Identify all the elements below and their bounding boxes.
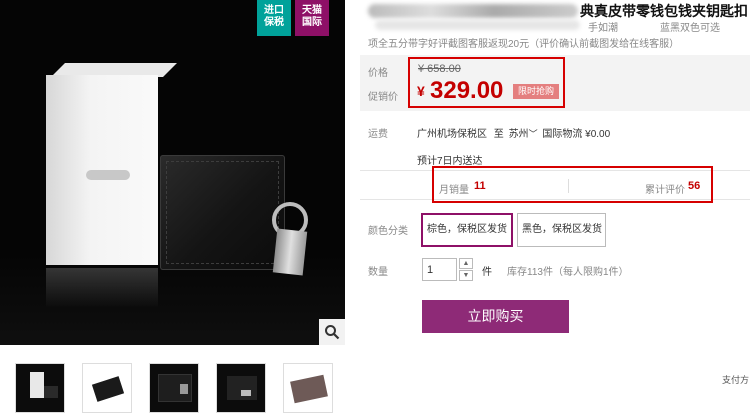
key-tag <box>272 228 308 276</box>
magnifier-icon <box>325 325 340 340</box>
buy-now-button[interactable]: 立即购买 <box>422 300 569 333</box>
shipping-origin: 广州机场保税区 <box>417 129 487 140</box>
gift-box-reflection <box>46 268 158 308</box>
subtitle-left: 手如潮 <box>588 23 618 34</box>
color-option-label: 颜色分类 <box>368 226 408 237</box>
option-brown[interactable]: 棕色，保税区发货 <box>421 213 513 247</box>
thumbnail-4[interactable] <box>216 363 266 413</box>
chevron-down-icon: ▼ <box>462 272 470 279</box>
chevron-down-icon: ﹀ <box>528 129 538 139</box>
quantity-input[interactable] <box>422 258 457 281</box>
thumbnail-strip <box>15 363 333 413</box>
gift-box-logo <box>86 170 130 180</box>
wallet <box>160 155 285 270</box>
thumbnail-3[interactable] <box>149 363 199 413</box>
product-title: 典真皮带零钱包钱夹钥匙扣 <box>580 3 748 19</box>
quantity-unit: 件 <box>482 267 492 278</box>
chevron-up-icon: ▲ <box>462 260 470 267</box>
zoom-button[interactable] <box>319 319 345 345</box>
tmall-global-badge: 天猫 国际 <box>295 0 329 36</box>
shipping-to-word: 至 <box>493 129 504 140</box>
title-blurred-part <box>368 4 578 18</box>
promo-text: 项全五分带字好评截图客服返现20元（评价确认前截图发给在线客服） <box>368 39 680 50</box>
price-label: 价格 <box>368 68 388 79</box>
shipping-info: 广州机场保税区 至 苏州﹀ 国际物流 ¥0.00 <box>417 125 610 140</box>
option-black[interactable]: 黑色，保税区发货 <box>517 213 606 247</box>
promo-price-label: 促销价 <box>368 92 398 103</box>
subtitle-right: 蓝黑双色可选 <box>660 23 720 34</box>
import-bonded-badge: 进口 保税 <box>257 0 291 36</box>
main-product-image[interactable]: 进口 保税 天猫 国际 <box>0 0 345 345</box>
thumbnail-2[interactable] <box>82 363 132 413</box>
thumbnail-5[interactable] <box>283 363 333 413</box>
subtitle-blurred-part <box>375 20 580 30</box>
quantity-label: 数量 <box>368 267 388 278</box>
delivery-estimate: 预计7日内送达 <box>417 156 483 167</box>
stats-highlight-box <box>432 166 713 203</box>
shipping-label: 运费 <box>368 129 388 140</box>
thumbnail-1[interactable] <box>15 363 65 413</box>
payment-methods-label: 支付方 <box>722 375 750 385</box>
stock-info: 库存113件（每人限购1件） <box>507 267 629 278</box>
quantity-decrease-button[interactable]: ▼ <box>459 270 473 281</box>
price-highlight-box <box>408 57 565 108</box>
destination-selector[interactable]: 苏州﹀ <box>509 129 538 140</box>
shipping-method: 国际物流 ¥0.00 <box>542 129 611 140</box>
quantity-increase-button[interactable]: ▲ <box>459 258 473 269</box>
